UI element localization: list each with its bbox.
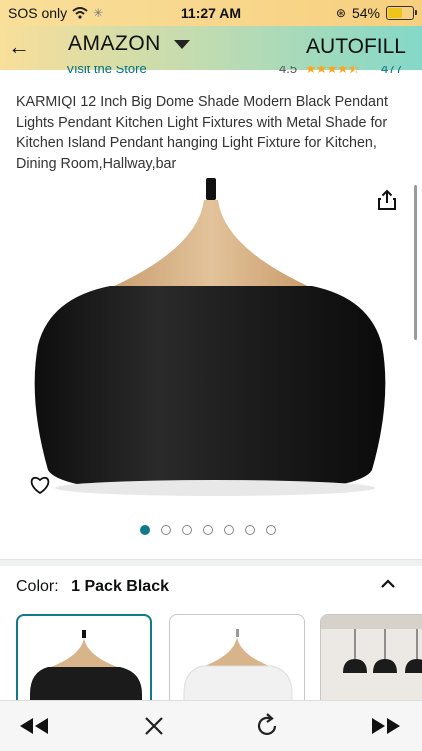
caret-down-icon[interactable]: [174, 40, 190, 49]
fast-forward-icon[interactable]: [369, 709, 403, 743]
product-title: KARMIQI 12 Inch Big Dome Shade Modern Bl…: [16, 94, 388, 172]
wishlist-heart-icon[interactable]: [25, 470, 55, 500]
scrollbar[interactable]: [414, 185, 417, 340]
carousel-dot[interactable]: [245, 525, 255, 535]
store-rating-row: Visit the Store 4.5 ★★★★⯪ 477: [0, 66, 422, 78]
rating-value: 4.5: [279, 66, 298, 76]
rating-count-link[interactable]: 477: [381, 66, 403, 76]
battery-percent: 54%: [351, 5, 380, 21]
section-divider: [0, 559, 422, 566]
carousel-dot[interactable]: [182, 525, 192, 535]
carousel-dot[interactable]: [224, 525, 234, 535]
star-rating-icon[interactable]: ★★★★⯪: [305, 66, 360, 78]
image-carousel-dots[interactable]: [140, 525, 276, 535]
product-image[interactable]: [20, 170, 400, 510]
browser-toolbar: [0, 700, 422, 751]
carousel-dot[interactable]: [161, 525, 171, 535]
refresh-icon[interactable]: [250, 709, 284, 743]
carousel-dot[interactable]: [266, 525, 276, 535]
autofill-button[interactable]: AUTOFILL: [306, 35, 406, 59]
arrow-left-icon[interactable]: ←: [6, 32, 32, 62]
color-label: Color:: [16, 578, 59, 595]
color-value: 1 Pack Black: [71, 578, 169, 595]
rewind-icon[interactable]: [17, 709, 51, 743]
carousel-dot[interactable]: [203, 525, 213, 535]
nav-title[interactable]: AMAZON: [68, 32, 161, 56]
chevron-up-icon[interactable]: [378, 574, 398, 594]
status-bar: SOS only ✳ 11:27 AM ⊛ 54%: [0, 0, 422, 26]
close-icon[interactable]: [137, 709, 171, 743]
visit-store-link[interactable]: Visit the Store: [66, 66, 147, 76]
status-right: ⊛ 54%: [335, 5, 417, 21]
color-selector-row[interactable]: Color: 1 Pack Black: [16, 578, 169, 596]
orientation-lock-icon: ⊛: [335, 6, 346, 20]
nav-bar: ← AMAZON AUTOFILL: [0, 26, 422, 70]
carousel-dot[interactable]: [140, 525, 150, 535]
battery-icon: [386, 6, 417, 20]
